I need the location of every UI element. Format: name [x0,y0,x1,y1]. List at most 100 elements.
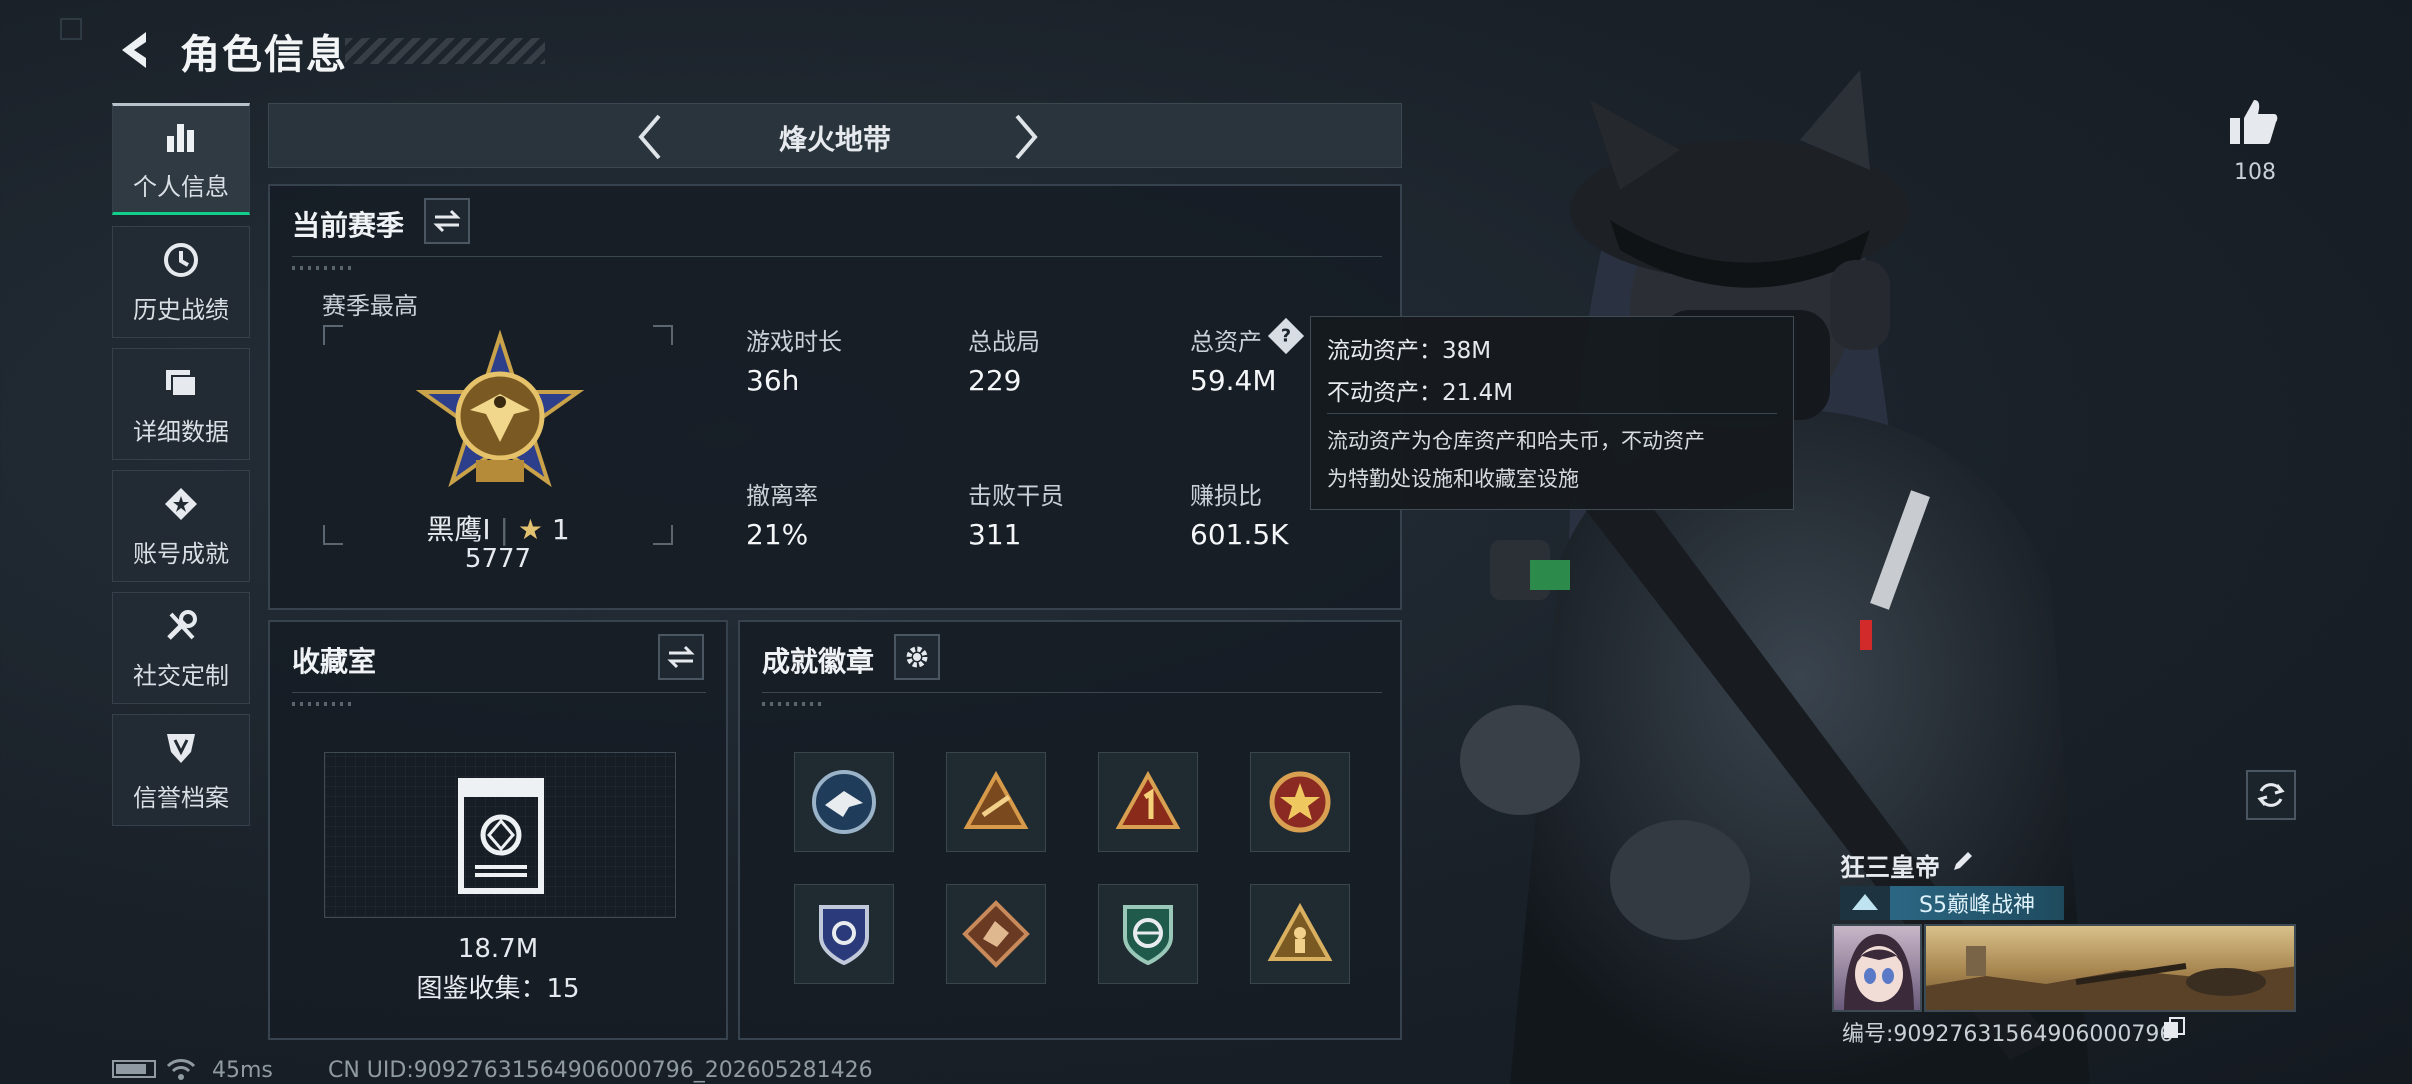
stat-value: 21% [746,518,809,551]
tooltip-desc-line1: 流动资产为仓库资产和哈夫币，不动资产 [1327,429,1705,453]
achievement-icon [161,484,201,524]
folder-icon [161,362,201,402]
current-season-panel: 当前赛季 赛季最高 黑鹰I | ★ 1 5777 游戏时长 36h 总战局 22… [268,184,1402,610]
star-badge-icon[interactable] [1250,752,1350,852]
rank-star-icon: ★ [517,513,543,546]
number-one-badge-icon[interactable] [1098,752,1198,852]
stat-label: 赚损比 [1190,482,1262,510]
shield-icon [161,728,201,768]
uid-text: CN UID:9092763156490600079​6_20260528142… [328,1058,873,1083]
swap-icon [667,645,695,669]
divider [762,692,1382,693]
title-badge[interactable]: S5巅峰战神 [1840,886,2064,920]
stat-value: 229 [968,364,1022,397]
chevron-right-icon [1015,114,1038,160]
sidebar-item-label: 社交定制 [133,661,229,690]
rank-emblem [410,329,590,514]
collection-preview[interactable] [324,752,676,918]
achievements-settings-button[interactable] [894,634,940,680]
history-icon [161,240,201,280]
sidebar-item-personal-info[interactable]: 个人信息 [112,103,250,215]
player-id: 编号:9092763156490600079​6 [1842,1022,2174,1047]
thumbs-up-icon [2230,100,2278,144]
divider-dots [292,266,352,270]
fixed-assets-text: 不动资产：21.4M [1327,380,1514,406]
collection-count: 图鉴收集：15 [416,974,580,1004]
like-count: 108 [2234,160,2276,185]
refresh-icon [2257,783,2285,807]
collection-value: 18.7M [457,934,539,964]
rank-score: 5777 [464,544,532,574]
wifi-icon [166,1056,196,1082]
sidebar-item-label: 历史战绩 [133,295,229,324]
tooltip-divider [1327,413,1777,414]
eagle-rank-icon [415,329,585,488]
rank-stars: 1 [551,513,570,546]
dragon-badge-icon[interactable] [946,884,1046,984]
rank-name-row: 黑鹰I | ★ 1 [426,513,570,546]
stat-label: 游戏时长 [746,328,842,356]
corner-decoration [60,18,82,40]
tooltip-desc-line2: 为特勤处设施和收藏室设施 [1327,467,1579,491]
sidebar-item-history[interactable]: 历史战绩 [112,226,250,338]
stat-label: 击败干员 [968,482,1064,510]
collection-title: 收藏室 [292,645,377,678]
swap-icon [433,209,461,233]
bar-chart-icon [161,117,201,157]
eagle-badge-icon[interactable] [794,752,894,852]
achievements-panel: 成就徽章 [738,620,1402,1040]
title-badge-emblem-icon [1840,886,1890,920]
divider [292,692,706,693]
stat-label: 总资产 [1190,328,1262,356]
like-button[interactable] [2228,96,2286,154]
edit-name-button[interactable] [1950,848,1980,878]
stat-value: 601.5K [1190,518,1289,551]
stat-label: 总战局 [968,328,1040,356]
sidebar-item-label: 详细数据 [133,417,229,446]
sidebar-item-label: 个人信息 [133,172,229,201]
season-name: 烽火地带 [778,123,891,156]
switch-season-button[interactable] [424,198,470,244]
vault-icon [458,778,544,894]
sidebar-item-achievements[interactable]: 账号成就 [112,470,250,582]
total-assets-help-button[interactable]: ? [1267,317,1305,355]
sidebar-item-detailed-data[interactable]: 详细数据 [112,348,250,460]
shield-badge-icon[interactable] [794,884,894,984]
avatar-anime-girl-icon [1844,934,1914,1010]
ping-text: 45ms [212,1058,273,1083]
back-button[interactable] [112,26,160,74]
sidebar-item-social-custom[interactable]: 社交定制 [112,592,250,704]
collection-switch-button[interactable] [658,634,704,680]
triangle-badge-icon[interactable] [946,752,1046,852]
page-title: 角色信息 [180,32,348,78]
divider [292,256,1382,257]
player-name: 狂三皇帝 [1840,853,1941,882]
liquid-assets-text: 流动资产：38M [1327,338,1492,364]
title-badge-text: S5巅峰战神 [1919,893,2035,918]
copy-id-button[interactable] [2162,1016,2188,1042]
season-nav-bar: 烽火地带 [268,103,1402,168]
player-avatar[interactable] [1832,924,1922,1012]
rotate-view-button[interactable] [2246,770,2296,820]
copy-icon [2164,1017,2185,1038]
help-icon: ? [1280,325,1292,346]
battery-icon [112,1060,156,1078]
stat-value: 59.4M [1190,364,1277,397]
back-arrow-icon [122,32,146,68]
stat-value: 36h [746,364,800,397]
pencil-icon [1954,852,1972,870]
sidebar-item-reputation[interactable]: 信誉档案 [112,714,250,826]
sidebar-item-label: 信誉档案 [133,783,229,812]
season-next-button[interactable] [1005,112,1045,162]
collection-panel: 收藏室 18.7M 图鉴收集：15 [268,620,728,1040]
title-stripes-decoration [345,38,545,64]
wrench-icon [161,606,201,646]
soldier-badge-icon[interactable] [1250,884,1350,984]
battlefield-banner-image [1926,946,2294,1010]
globe-badge-icon[interactable] [1098,884,1198,984]
sidebar-item-label: 账号成就 [133,539,229,568]
divider-dots [292,702,352,706]
stat-label: 撤离率 [746,482,818,510]
gear-icon [906,646,928,668]
player-banner[interactable] [1924,924,2296,1012]
